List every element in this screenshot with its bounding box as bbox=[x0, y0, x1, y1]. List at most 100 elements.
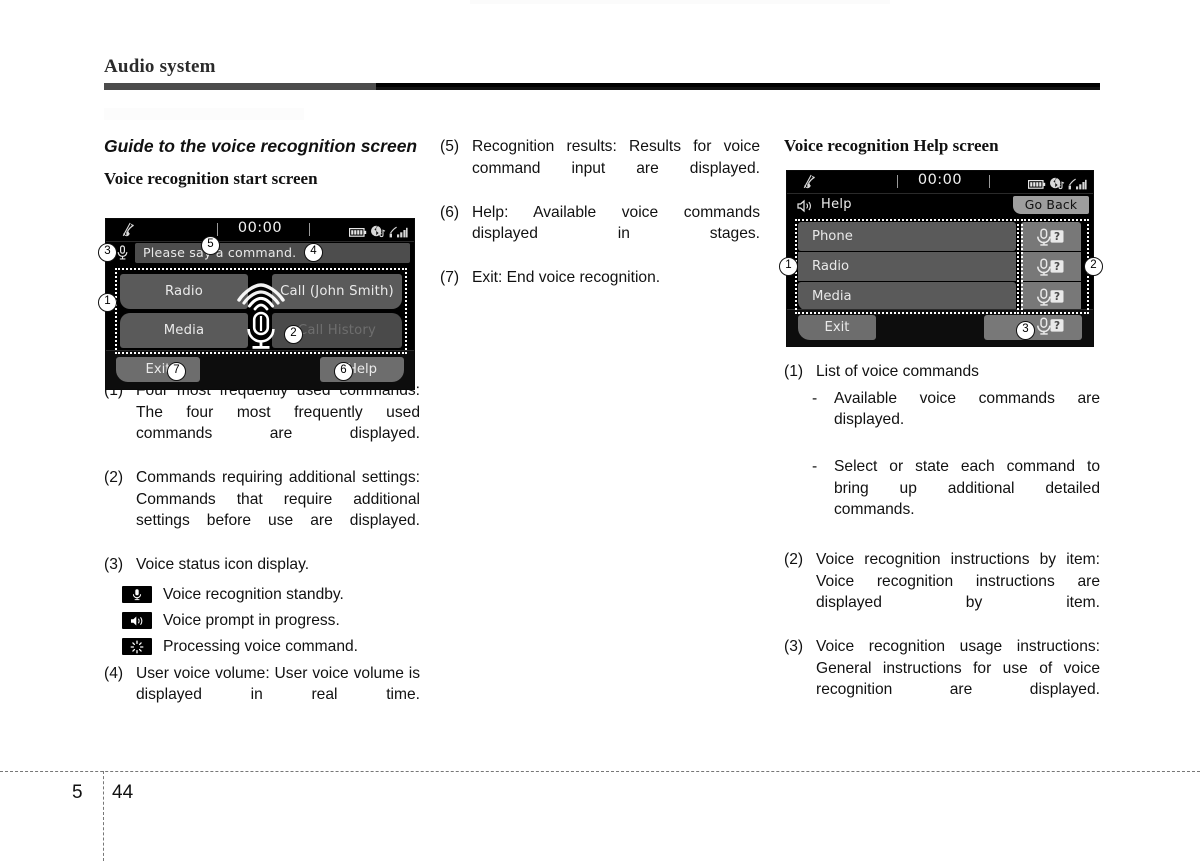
header-rule-thin bbox=[376, 87, 1100, 90]
command-row-label: Radio bbox=[812, 259, 850, 274]
command-tile-label: Call (John Smith) bbox=[280, 284, 394, 299]
list-item: (2) Voice recognition instructions by it… bbox=[784, 549, 1100, 635]
status-right-icons bbox=[349, 223, 408, 242]
command-row-label: Phone bbox=[812, 229, 853, 244]
command-tile-call[interactable]: Call (John Smith) bbox=[272, 274, 402, 309]
folio-page-number: 44 bbox=[112, 782, 134, 803]
list-item-marker: (2) bbox=[104, 469, 124, 486]
callout-badge-5: 5 bbox=[201, 236, 220, 255]
spinner-icon bbox=[122, 638, 152, 655]
callout-badge-4: 4 bbox=[304, 243, 323, 262]
list-item-text: Exit: End voice recognition. bbox=[472, 269, 661, 286]
mic-question-icon: ? bbox=[1036, 316, 1066, 340]
header-rule bbox=[104, 83, 1100, 90]
callout-badge-1: 1 bbox=[98, 293, 117, 312]
subsection-title-help-screen: Voice recognition Help screen bbox=[784, 136, 999, 155]
running-head: Audio system bbox=[104, 56, 1104, 78]
middle-column: (5) Recognition results: Results for voi… bbox=[440, 136, 760, 290]
list-item-text: User voice volume: User voice volume is … bbox=[136, 664, 420, 704]
speaker-icon bbox=[122, 612, 152, 629]
legend-label: Voice prompt in progress. bbox=[163, 611, 340, 629]
microphone-with-waves-icon bbox=[231, 269, 291, 353]
callout-badge-3: 3 bbox=[98, 243, 117, 262]
sub-list-item: - Select or state each command to bring … bbox=[810, 456, 1100, 542]
middle-numbered-list: (5) Recognition results: Results for voi… bbox=[440, 136, 760, 289]
list-item-text: Voice recognition usage instructions: Ge… bbox=[816, 638, 1100, 698]
list-item: (3) Voice status icon display. bbox=[104, 554, 420, 576]
screen-bottom-bar: Exit ? bbox=[787, 309, 1093, 346]
list-item: (6) Help: Available voice commands displ… bbox=[440, 202, 760, 267]
list-item: (3) Voice recognition usage instructions… bbox=[784, 636, 1100, 722]
mic-question-icon[interactable]: ? bbox=[1021, 252, 1081, 281]
command-tile-label: Media bbox=[163, 323, 205, 338]
list-item-text: List of voice commands bbox=[816, 363, 979, 380]
list-item-marker: (4) bbox=[104, 664, 124, 682]
sub-list-dash: - bbox=[812, 458, 818, 475]
help-button[interactable]: Help bbox=[320, 357, 404, 382]
screen-status-bar: 00:00 bbox=[787, 171, 1093, 194]
mic-question-icon[interactable]: ? bbox=[1021, 222, 1081, 251]
callout-badge-2: 2 bbox=[284, 325, 303, 344]
status-separator-right bbox=[309, 223, 310, 236]
running-head-title: Audio system bbox=[104, 56, 216, 77]
list-item-text: Commands requiring additional settings: … bbox=[136, 469, 420, 529]
help-title-bar: Help Go Back bbox=[787, 194, 1093, 217]
list-item-marker: (5) bbox=[440, 138, 460, 155]
sub-list-item-text: Select or state each command to bring up… bbox=[834, 458, 1100, 518]
status-right-icons bbox=[1028, 175, 1087, 194]
svg-text:?: ? bbox=[1054, 231, 1060, 243]
recognition-result-field: Please say a command. bbox=[135, 243, 410, 263]
callout-badge-2: 2 bbox=[1084, 257, 1103, 276]
command-row-radio[interactable]: Radio bbox=[798, 252, 1016, 281]
footer-vertical-dashed-rule bbox=[103, 771, 104, 861]
mic-question-icon[interactable]: ? bbox=[1021, 282, 1081, 311]
command-tile-media[interactable]: Media bbox=[120, 313, 248, 348]
list-item: (5) Recognition results: Results for voi… bbox=[440, 136, 760, 201]
battery-icon bbox=[349, 223, 367, 242]
sub-list-dash: - bbox=[812, 389, 818, 407]
command-row-media[interactable]: Media bbox=[798, 282, 1016, 311]
callout-badge-6: 6 bbox=[334, 362, 353, 381]
microphone-icon bbox=[116, 244, 129, 265]
legend-label: Processing voice command. bbox=[163, 637, 359, 655]
callout-badge-7: 7 bbox=[167, 362, 186, 381]
svg-text:?: ? bbox=[1054, 320, 1060, 332]
list-item-marker: (6) bbox=[440, 203, 460, 221]
list-item: (4) User voice volume: User voice volume… bbox=[104, 663, 420, 728]
folio-chapter: 5 bbox=[72, 782, 83, 803]
svg-text:?: ? bbox=[1054, 261, 1060, 273]
list-item-marker: (3) bbox=[104, 556, 124, 573]
list-item-text: Recognition results: Results for voice c… bbox=[472, 138, 760, 177]
footer-dashed-rule bbox=[0, 771, 1200, 772]
status-separator-right bbox=[989, 175, 990, 188]
bluetooth-audio-icon bbox=[370, 223, 386, 242]
legend-row: Processing voice command. bbox=[122, 634, 420, 660]
battery-icon bbox=[1028, 175, 1046, 194]
legend-row: Voice recognition standby. bbox=[122, 582, 420, 608]
command-tile-label: Radio bbox=[164, 284, 204, 299]
list-item-marker: (3) bbox=[784, 638, 804, 655]
list-item: (7) Exit: End voice recognition. bbox=[440, 267, 760, 289]
callout-badge-3: 3 bbox=[1016, 321, 1035, 340]
help-title-label: Help bbox=[821, 197, 852, 212]
microphone-icon bbox=[122, 586, 152, 603]
go-back-button[interactable]: Go Back bbox=[1013, 196, 1089, 214]
top-trim-band bbox=[470, 0, 890, 4]
list-item-text: Help: Available voice commands displayed… bbox=[472, 203, 760, 243]
subsection-title-start-screen: Voice recognition start screen bbox=[104, 169, 318, 188]
svg-text:?: ? bbox=[1054, 291, 1060, 303]
exit-button[interactable]: Exit bbox=[798, 315, 876, 340]
sub-list-item: - Available voice commands are displayed… bbox=[810, 388, 1100, 453]
command-row-phone[interactable]: Phone bbox=[798, 222, 1016, 251]
list-item: (1) List of voice commands bbox=[784, 361, 1100, 383]
section-title: Guide to the voice recognition screen bbox=[104, 136, 418, 156]
voice-recognition-start-screen-graphic: 00:00 Please say a command. Radio Call (… bbox=[98, 218, 415, 390]
decorative-ghost-band bbox=[104, 108, 304, 120]
list-item-marker: (2) bbox=[784, 551, 804, 568]
list-item-text: Voice status icon display. bbox=[136, 556, 310, 573]
sub-list-item-text: Available voice commands are displayed. bbox=[834, 389, 1100, 429]
exit-button[interactable]: Exit bbox=[116, 357, 200, 382]
list-item-text: Four most frequently used commands: The … bbox=[136, 382, 420, 442]
command-tile-radio[interactable]: Radio bbox=[120, 274, 248, 309]
list-item-text: Voice recognition instructions by item: … bbox=[816, 551, 1100, 611]
